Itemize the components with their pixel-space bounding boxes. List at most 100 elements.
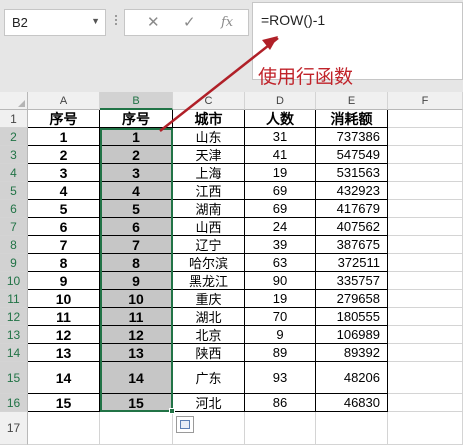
cell-f10[interactable] (388, 272, 463, 290)
cell-c9[interactable]: 哈尔滨 (173, 254, 245, 272)
cell-a7[interactable]: 6 (28, 218, 100, 236)
cell-e6[interactable]: 417679 (316, 200, 388, 218)
cell-d17[interactable] (245, 412, 316, 445)
cell-d7[interactable]: 24 (245, 218, 316, 236)
cell-f1[interactable] (388, 110, 463, 128)
cell-f16[interactable] (388, 394, 463, 412)
row-header-4[interactable]: 4 (0, 164, 28, 182)
cell-b4[interactable]: 3 (100, 164, 173, 182)
cell-d11[interactable]: 19 (245, 290, 316, 308)
cell-f3[interactable] (388, 146, 463, 164)
cell-e1[interactable]: 消耗额 (316, 110, 388, 128)
cell-f4[interactable] (388, 164, 463, 182)
cell-a6[interactable]: 5 (28, 200, 100, 218)
cell-c10[interactable]: 黑龙江 (173, 272, 245, 290)
cell-f8[interactable] (388, 236, 463, 254)
row-header-11[interactable]: 11 (0, 290, 28, 308)
cell-e13[interactable]: 106989 (316, 326, 388, 344)
column-header-f[interactable]: F (388, 92, 463, 110)
fill-handle[interactable] (169, 408, 175, 414)
cell-a2[interactable]: 1 (28, 128, 100, 146)
cell-c6[interactable]: 湖南 (173, 200, 245, 218)
cell-d13[interactable]: 9 (245, 326, 316, 344)
name-box[interactable]: B2 ▼ (4, 9, 106, 36)
cell-e12[interactable]: 180555 (316, 308, 388, 326)
cell-f17[interactable] (388, 412, 463, 445)
cell-b7[interactable]: 6 (100, 218, 173, 236)
cell-d2[interactable]: 31 (245, 128, 316, 146)
cell-a4[interactable]: 3 (28, 164, 100, 182)
row-header-3[interactable]: 3 (0, 146, 28, 164)
cell-f15[interactable] (388, 362, 463, 394)
cell-e10[interactable]: 335757 (316, 272, 388, 290)
paste-options-icon[interactable] (176, 416, 194, 433)
cell-b11[interactable]: 10 (100, 290, 173, 308)
cell-b5[interactable]: 4 (100, 182, 173, 200)
cell-c12[interactable]: 湖北 (173, 308, 245, 326)
cell-b9[interactable]: 8 (100, 254, 173, 272)
cell-e8[interactable]: 387675 (316, 236, 388, 254)
cell-d9[interactable]: 63 (245, 254, 316, 272)
cell-a12[interactable]: 11 (28, 308, 100, 326)
cell-b3[interactable]: 2 (100, 146, 173, 164)
cell-f6[interactable] (388, 200, 463, 218)
cell-d8[interactable]: 39 (245, 236, 316, 254)
cell-f7[interactable] (388, 218, 463, 236)
cell-e3[interactable]: 547549 (316, 146, 388, 164)
row-header-15[interactable]: 15 (0, 362, 28, 394)
drag-handle-icon[interactable] (114, 13, 118, 33)
cell-f12[interactable] (388, 308, 463, 326)
column-header-e[interactable]: E (316, 92, 388, 110)
cell-c13[interactable]: 北京 (173, 326, 245, 344)
cell-a9[interactable]: 8 (28, 254, 100, 272)
cell-d1[interactable]: 人数 (245, 110, 316, 128)
chevron-down-icon[interactable]: ▼ (91, 16, 100, 26)
cell-f11[interactable] (388, 290, 463, 308)
cell-c3[interactable]: 天津 (173, 146, 245, 164)
cell-b10[interactable]: 9 (100, 272, 173, 290)
cell-e5[interactable]: 432923 (316, 182, 388, 200)
cell-a5[interactable]: 4 (28, 182, 100, 200)
cell-f5[interactable] (388, 182, 463, 200)
cell-a1[interactable]: 序号 (28, 110, 100, 128)
cell-b14[interactable]: 13 (100, 344, 173, 362)
cell-b15[interactable]: 14 (100, 362, 173, 394)
row-header-5[interactable]: 5 (0, 182, 28, 200)
cell-f13[interactable] (388, 326, 463, 344)
cell-b8[interactable]: 7 (100, 236, 173, 254)
cell-c16[interactable]: 河北 (173, 394, 245, 412)
column-header-d[interactable]: D (245, 92, 316, 110)
cell-e7[interactable]: 407562 (316, 218, 388, 236)
cell-d3[interactable]: 41 (245, 146, 316, 164)
row-header-17[interactable]: 17 (0, 412, 28, 445)
cell-c2[interactable]: 山东 (173, 128, 245, 146)
cell-e16[interactable]: 46830 (316, 394, 388, 412)
cell-b6[interactable]: 5 (100, 200, 173, 218)
row-header-13[interactable]: 13 (0, 326, 28, 344)
cell-b2[interactable]: 1 (100, 128, 173, 146)
cell-d10[interactable]: 90 (245, 272, 316, 290)
cancel-icon[interactable]: ✕ (147, 13, 160, 31)
cell-a16[interactable]: 15 (28, 394, 100, 412)
cell-c7[interactable]: 山西 (173, 218, 245, 236)
column-header-c[interactable]: C (173, 92, 245, 110)
cell-e4[interactable]: 531563 (316, 164, 388, 182)
cell-d4[interactable]: 19 (245, 164, 316, 182)
cell-c11[interactable]: 重庆 (173, 290, 245, 308)
cell-e2[interactable]: 737386 (316, 128, 388, 146)
cell-d6[interactable]: 69 (245, 200, 316, 218)
cell-e11[interactable]: 279658 (316, 290, 388, 308)
cell-b13[interactable]: 12 (100, 326, 173, 344)
row-header-9[interactable]: 9 (0, 254, 28, 272)
cell-e17[interactable] (316, 412, 388, 445)
cell-a13[interactable]: 12 (28, 326, 100, 344)
cell-c1[interactable]: 城市 (173, 110, 245, 128)
enter-icon[interactable]: ✓ (183, 13, 196, 31)
row-header-6[interactable]: 6 (0, 200, 28, 218)
select-all-corner[interactable] (0, 92, 28, 110)
cell-f14[interactable] (388, 344, 463, 362)
row-header-7[interactable]: 7 (0, 218, 28, 236)
row-header-2[interactable]: 2 (0, 128, 28, 146)
cell-a8[interactable]: 7 (28, 236, 100, 254)
cell-a10[interactable]: 9 (28, 272, 100, 290)
